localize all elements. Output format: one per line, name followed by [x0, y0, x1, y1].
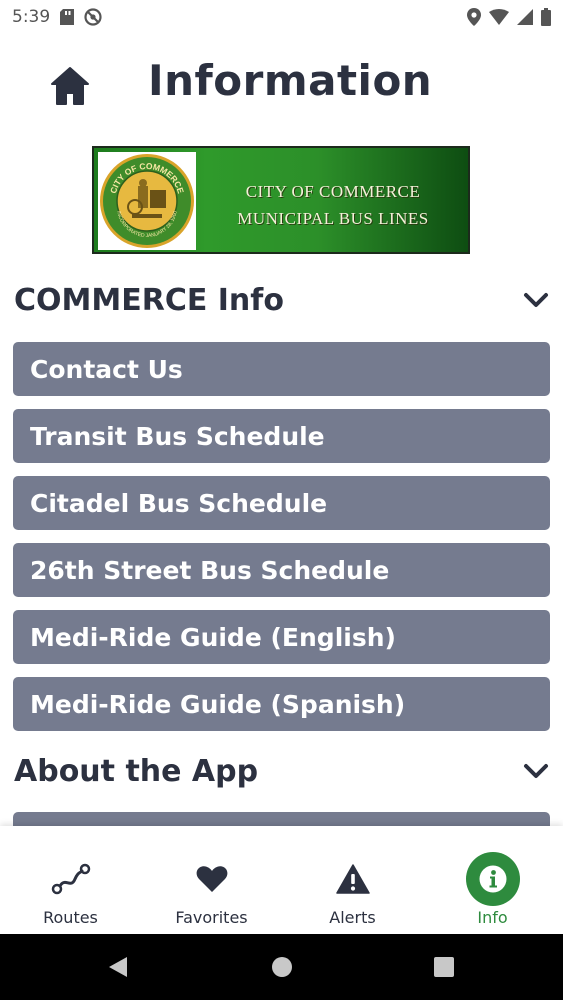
home-nav-icon[interactable] [271, 956, 293, 978]
status-time: 5:39 [12, 7, 51, 27]
page-header: Information [0, 48, 563, 120]
item-label: Contact Us [30, 354, 183, 384]
item-label: 26th Street Bus Schedule [30, 555, 390, 585]
home-button[interactable] [48, 66, 92, 106]
status-bar: 5:39 [0, 0, 563, 34]
route-icon [44, 852, 98, 906]
status-left: 5:39 [12, 7, 102, 27]
medi-ride-guide-spanish-button[interactable]: Medi-Ride Guide (Spanish) [13, 677, 550, 731]
tab-label: Favorites [175, 908, 248, 927]
system-nav-bar [0, 934, 563, 1000]
chevron-down-icon [524, 293, 548, 307]
signal-icon [517, 9, 533, 25]
city-banner: CITY OF COMMERCE INCORPORATED JANUARY 28… [92, 146, 470, 254]
citadel-bus-schedule-button[interactable]: Citadel Bus Schedule [13, 476, 550, 530]
wifi-icon [489, 9, 509, 25]
location-icon [467, 8, 481, 26]
tab-alerts[interactable]: Alerts [282, 826, 423, 934]
city-seal-logo: CITY OF COMMERCE INCORPORATED JANUARY 28… [100, 154, 194, 248]
section-title: COMMERCE Info [14, 282, 284, 318]
banner-line-1: CITY OF COMMERCE [245, 182, 421, 201]
tab-routes[interactable]: Routes [0, 826, 141, 934]
section-header-commerce-info[interactable]: COMMERCE Info [14, 280, 550, 320]
battery-icon [541, 8, 551, 26]
home-icon [51, 67, 89, 105]
page-title: Information [148, 56, 433, 105]
no-disturb-icon [84, 8, 102, 26]
tab-label: Info [477, 908, 508, 927]
tab-info[interactable]: Info [422, 826, 563, 934]
banner-line-2: MUNICIPAL BUS LINES [237, 209, 429, 228]
status-right [467, 8, 551, 26]
recents-icon[interactable] [433, 956, 455, 978]
info-icon [465, 852, 520, 906]
alert-icon [326, 852, 380, 906]
bottom-tab-bar: Routes Favorites Alerts Info [0, 826, 563, 934]
item-label: Transit Bus Schedule [30, 421, 325, 451]
chevron-down-icon [524, 764, 548, 778]
back-icon[interactable] [107, 956, 129, 978]
tab-label: Alerts [329, 908, 376, 927]
item-label: Citadel Bus Schedule [30, 488, 328, 518]
contact-us-button[interactable]: Contact Us [13, 342, 550, 396]
section-header-about-app[interactable]: About the App [14, 751, 550, 791]
medi-ride-guide-english-button[interactable]: Medi-Ride Guide (English) [13, 610, 550, 664]
item-label: Medi-Ride Guide (Spanish) [30, 689, 406, 719]
tab-label: Routes [43, 908, 98, 927]
section-title: About the App [14, 753, 259, 789]
sd-card-icon [60, 9, 75, 25]
tab-favorites[interactable]: Favorites [141, 826, 282, 934]
heart-icon [185, 852, 239, 906]
item-label: Medi-Ride Guide (English) [30, 622, 396, 652]
banner-text: CITY OF COMMERCE MUNICIPAL BUS LINES [204, 178, 462, 232]
26th-street-bus-schedule-button[interactable]: 26th Street Bus Schedule [13, 543, 550, 597]
transit-bus-schedule-button[interactable]: Transit Bus Schedule [13, 409, 550, 463]
seal-container: CITY OF COMMERCE INCORPORATED JANUARY 28… [98, 152, 196, 250]
